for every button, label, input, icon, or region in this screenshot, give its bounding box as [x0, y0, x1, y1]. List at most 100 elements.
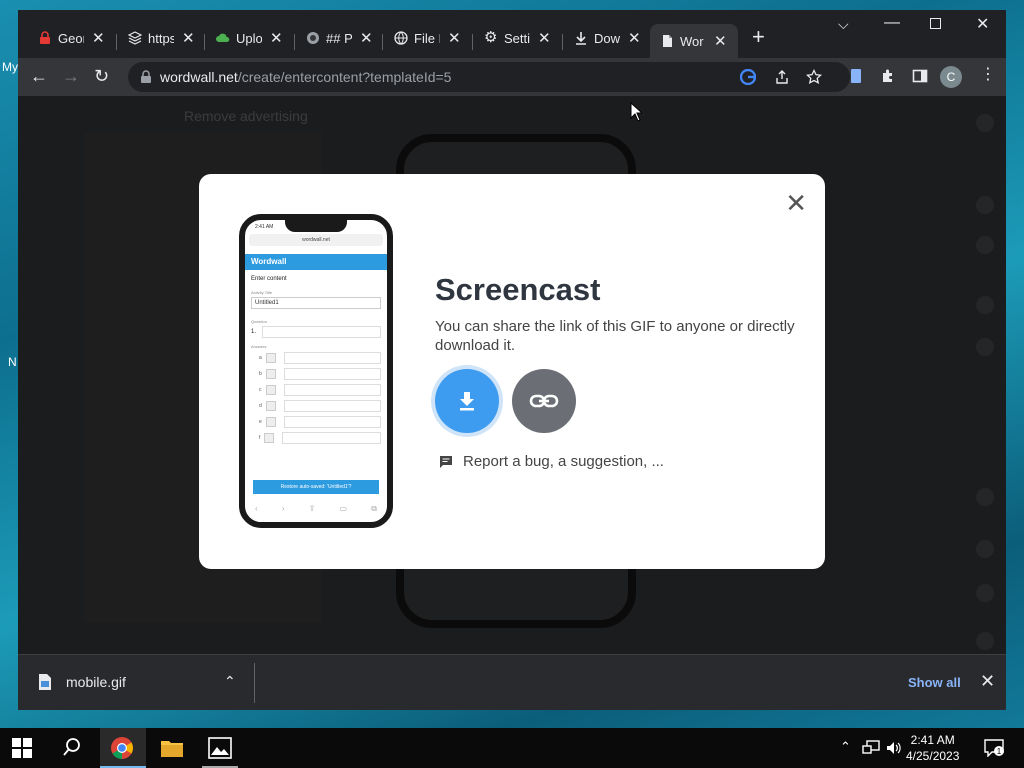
extension-docs-icon[interactable] — [848, 68, 864, 84]
menu-icon[interactable]: ⋮ — [980, 64, 996, 84]
google-icon[interactable] — [740, 69, 756, 85]
window-close-button[interactable]: ✕ — [976, 14, 989, 34]
svg-text:1: 1 — [997, 747, 1002, 756]
tab-label: https — [148, 30, 174, 46]
preview-answer-row: e — [259, 415, 381, 429]
reload-button[interactable]: ↻ — [94, 66, 109, 87]
sidepanel-icon[interactable] — [912, 68, 928, 84]
preview-answer-row: b — [259, 367, 381, 381]
share-icon[interactable] — [774, 69, 790, 85]
address-bar[interactable]: wordwall.net/create/entercontent?templat… — [128, 62, 850, 92]
dialog-title: Screencast — [435, 272, 601, 307]
tab-label: Settin — [504, 30, 530, 46]
tab-label: ## P — [326, 30, 352, 46]
close-icon[interactable]: ✕ — [538, 29, 551, 47]
windows-taskbar: ⌃ 2:41 AM 4/25/2023 1 — [0, 728, 1024, 768]
tab-https[interactable]: https ✕ — [118, 24, 195, 52]
new-tab-button[interactable]: + — [752, 24, 765, 50]
close-icon[interactable]: ✕ — [448, 29, 461, 47]
tab-label: Dow — [594, 30, 620, 46]
file-explorer-taskbar-button[interactable] — [150, 728, 194, 768]
close-icon[interactable]: ✕ — [785, 188, 807, 219]
back-button[interactable]: ← — [30, 66, 48, 87]
report-bug-link[interactable]: Report a bug, a suggestion, ... — [439, 453, 664, 470]
star-icon[interactable] — [806, 69, 822, 85]
globe-icon — [307, 32, 319, 44]
download-item[interactable]: mobile.gif — [38, 673, 126, 691]
close-icon[interactable]: ✕ — [360, 29, 373, 47]
chrome-icon — [111, 737, 133, 759]
preview-nav-bar: ‹ › ⇪ ▭ ⧉ — [255, 504, 377, 513]
preview-heading: Enter content — [251, 276, 287, 282]
tab-label: Uplo — [236, 30, 262, 46]
download-gif-button[interactable] — [435, 369, 499, 433]
chrome-taskbar-button[interactable] — [100, 728, 146, 768]
globe-icon — [394, 31, 408, 45]
chevron-up-icon[interactable]: ⌃ — [840, 739, 851, 755]
download-filename: mobile.gif — [66, 674, 126, 690]
folder-icon — [161, 741, 183, 757]
puzzle-icon[interactable] — [880, 68, 896, 84]
search-icon[interactable] — [62, 737, 82, 757]
preview-activity-value: Untitled1 — [251, 297, 381, 309]
tab-file[interactable]: File I ✕ — [384, 24, 461, 52]
photos-taskbar-button[interactable] — [198, 728, 242, 768]
feedback-icon — [440, 455, 452, 468]
close-icon[interactable]: ✕ — [182, 29, 195, 47]
preview-activity-label: Activity Title — [251, 290, 273, 295]
download-icon — [576, 32, 586, 45]
close-icon[interactable]: ✕ — [980, 671, 995, 692]
lock-icon — [141, 70, 151, 83]
show-all-downloads-link[interactable]: Show all — [908, 675, 961, 690]
notifications-icon[interactable]: 1 — [984, 739, 1004, 757]
preview-url: wordwall.net — [249, 234, 383, 246]
tab-geor[interactable]: Geor ✕ — [28, 24, 105, 52]
maximize-button[interactable] — [930, 16, 941, 34]
close-icon[interactable]: ✕ — [714, 32, 727, 50]
download-icon — [460, 392, 474, 411]
tab-settings[interactable]: ⚙ Settin ✕ — [474, 24, 551, 52]
copy-link-button[interactable] — [512, 369, 576, 433]
stack-icon — [128, 31, 142, 45]
tab-label: Wor — [680, 33, 704, 49]
photos-icon — [208, 737, 232, 759]
windows-start-icon[interactable] — [12, 738, 32, 758]
image-file-icon — [39, 674, 51, 690]
tab-label: File I — [414, 30, 440, 46]
lock-icon — [40, 31, 50, 44]
preview-brand: Wordwall — [245, 254, 387, 270]
gear-icon: ⚙ — [484, 29, 498, 46]
browser-toolbar: ← → ↻ wordwall.net/create/entercontent?t… — [18, 58, 1006, 96]
preview-question-row: 1. — [245, 324, 387, 340]
forward-button[interactable]: → — [62, 66, 80, 87]
mouse-cursor-icon — [630, 102, 642, 122]
link-icon — [529, 394, 559, 408]
screencast-dialog: ✕ 2:41 AM wordwall.net Wordwall Enter co… — [199, 174, 825, 569]
profile-avatar[interactable]: C — [940, 66, 962, 88]
preview-answers-label: Answers — [251, 344, 267, 349]
minimize-button[interactable]: — — [884, 14, 900, 32]
close-icon[interactable]: ✕ — [92, 29, 105, 47]
tab-uplo[interactable]: Uplo ✕ — [206, 24, 283, 52]
close-icon[interactable]: ✕ — [270, 29, 283, 47]
browser-window: Geor ✕ https ✕ Uplo ✕ ## P ✕ File I ✕ — [18, 10, 1006, 710]
cloud-icon — [216, 33, 230, 42]
system-clock[interactable]: 2:41 AM 4/25/2023 — [906, 732, 959, 764]
download-shelf: mobile.gif ⌃ Show all ✕ — [18, 654, 1006, 710]
tab-p[interactable]: ## P ✕ — [296, 24, 373, 52]
dialog-description: You can share the link of this GIF to an… — [435, 318, 795, 354]
volume-icon[interactable] — [886, 740, 902, 756]
tab-search-icon[interactable]: ⌵ — [838, 16, 849, 33]
network-icon[interactable] — [862, 740, 880, 756]
tab-downloads[interactable]: Dow ✕ — [564, 24, 641, 52]
preview-answer-row: c — [259, 383, 381, 397]
tab-wordwall[interactable]: Wor ✕ — [650, 24, 738, 58]
close-icon[interactable]: ✕ — [628, 29, 641, 47]
tab-strip: Geor ✕ https ✕ Uplo ✕ ## P ✕ File I ✕ — [18, 10, 1006, 58]
chevron-up-icon[interactable]: ⌃ — [224, 673, 236, 690]
preview-answer-row: f — [259, 431, 381, 445]
tab-label: Geor — [58, 30, 84, 46]
preview-answer-row: d — [259, 399, 381, 413]
desktop-label: My — [2, 60, 18, 74]
preview-restore-banner: Restore auto-saved: 'Untitled1'? — [253, 480, 379, 494]
